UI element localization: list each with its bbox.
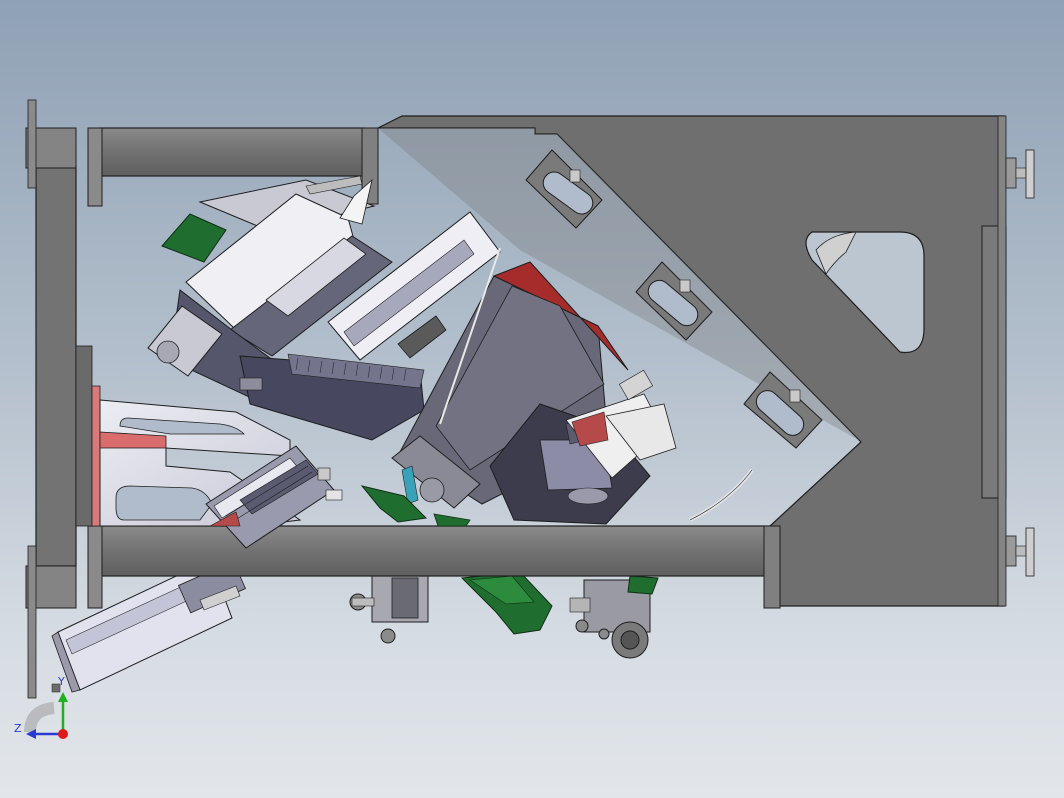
cad-3d-viewport[interactable]: Y Z (0, 0, 1064, 798)
bottom-cylinder-actuator (349, 575, 429, 644)
z-axis-label: Z (14, 722, 22, 735)
levelling-foot-bottom (1005, 527, 1035, 577)
lower-left-slide-module (51, 559, 247, 693)
coordinate-triad-icon: Y Z (10, 675, 80, 748)
y-axis-arrow-icon (51, 683, 68, 734)
triad-graphic (24, 683, 68, 739)
bottom-servo-motor (569, 575, 659, 659)
origin-x-axis-icon (58, 729, 68, 739)
y-axis-label: Y (58, 675, 65, 688)
bottom-green-gripper (460, 571, 553, 635)
levelling-foot-top (1005, 149, 1035, 199)
assembly-model[interactable] (0, 0, 1064, 798)
